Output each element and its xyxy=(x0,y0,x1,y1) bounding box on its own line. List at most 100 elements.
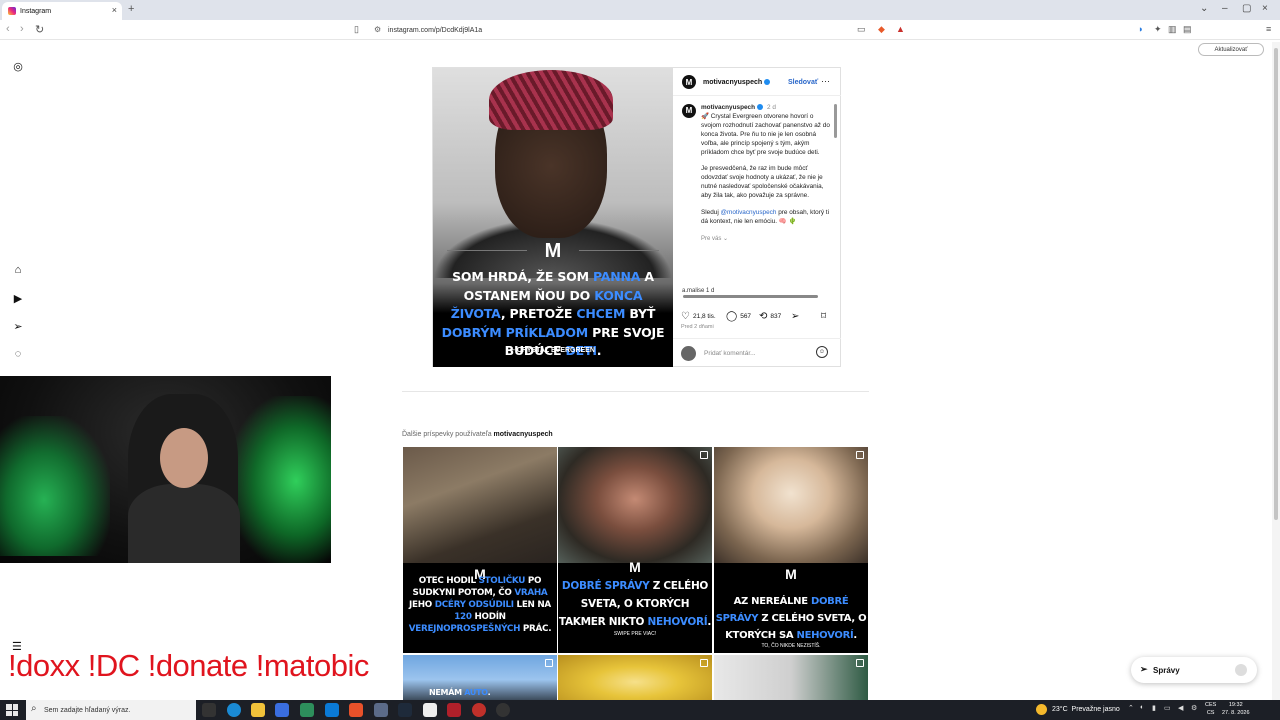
bookmark-page-icon[interactable]: ▯ xyxy=(354,24,359,35)
browser-menu-icon[interactable]: ≡ xyxy=(1266,24,1271,34)
app-icon[interactable] xyxy=(300,703,314,717)
grid-image xyxy=(403,447,557,563)
microphone-icon[interactable]: ▮ xyxy=(1152,704,1156,712)
loading-icon[interactable]: ◌ xyxy=(11,348,25,360)
brave-shield-icon[interactable]: ◆ xyxy=(878,24,885,35)
update-button[interactable]: Aktualizovať xyxy=(1198,43,1264,56)
new-tab-icon[interactable]: + xyxy=(128,3,134,15)
avatar[interactable]: M xyxy=(682,104,696,118)
grid-post[interactable] xyxy=(558,655,712,700)
messages-button[interactable]: ➢ Správy xyxy=(1131,657,1257,683)
maximize-icon[interactable]: ▢ xyxy=(1242,3,1251,14)
repost-button[interactable]: ⟲ 837 xyxy=(759,311,781,322)
reels-icon[interactable]: ▶ xyxy=(11,292,25,305)
reload-icon[interactable]: ↻ xyxy=(35,23,44,36)
caption-username[interactable]: motivacnyuspech xyxy=(701,104,755,111)
app-icon[interactable] xyxy=(423,703,437,717)
app-icon[interactable] xyxy=(496,703,510,717)
edge-icon[interactable] xyxy=(227,703,241,717)
grid-caption-highlight: VEREJNOPROSPEŠNÝCH xyxy=(408,624,521,634)
grid-caption-highlight: AUTO xyxy=(464,688,488,697)
taskbar-search[interactable]: ⌕ Sem zadajte hľadaný výraz. xyxy=(26,700,196,720)
taskbar-search-placeholder: Sem zadajte hľadaný výraz. xyxy=(44,706,131,714)
forward-icon[interactable]: › xyxy=(20,23,24,35)
windows-start-icon[interactable] xyxy=(6,704,18,716)
like-count: 21,8 tis. xyxy=(692,313,716,320)
comment-input[interactable]: Pridať komentár... xyxy=(704,350,756,357)
for-you-toggle[interactable]: Pre vás ⌄ xyxy=(701,235,832,244)
minimize-icon[interactable]: – xyxy=(1222,3,1228,14)
weather-widget[interactable]: 23°C Prevažne jasno xyxy=(1036,704,1120,715)
grid-caption-text: . xyxy=(707,616,712,628)
store-icon[interactable] xyxy=(275,703,289,717)
page-scrollbar-thumb[interactable] xyxy=(1274,48,1278,520)
tray-app-icon[interactable]: ◐ xyxy=(1140,704,1144,711)
like-button[interactable]: ♡ 21,8 tis. xyxy=(681,311,716,322)
brave-rewards-icon[interactable]: ▲ xyxy=(896,24,905,34)
browser-tab-instagram[interactable]: Instagram × xyxy=(2,2,122,20)
wallet-icon[interactable]: ▤ xyxy=(1183,24,1192,35)
grid-post[interactable]: NEMÁM AUTO. xyxy=(403,655,557,700)
comment-box: Pridať komentár... ☺ xyxy=(673,338,841,367)
app-icon[interactable] xyxy=(374,703,388,717)
task-view-icon[interactable] xyxy=(202,703,216,717)
comment-button[interactable]: ◯ 567 xyxy=(726,311,751,322)
caption-scrollbar[interactable] xyxy=(834,104,837,138)
network-icon[interactable]: ▭ xyxy=(1164,704,1171,712)
obs-icon[interactable] xyxy=(472,703,486,717)
grid-caption-highlight: 120 xyxy=(454,612,472,622)
tab-list-icon[interactable]: ⌄ xyxy=(1200,3,1208,14)
avatar xyxy=(1235,664,1247,676)
avatar[interactable]: M xyxy=(682,75,696,89)
save-button[interactable]: ⌑ xyxy=(821,311,829,322)
grid-post[interactable] xyxy=(714,655,868,700)
tray-app-icon[interactable]: ⚙ xyxy=(1191,704,1197,712)
app-icon[interactable] xyxy=(447,703,461,717)
sidebar-icon[interactable]: ▥ xyxy=(1168,24,1177,35)
post-username-text: motivacnyuspech xyxy=(703,79,763,86)
webcam-green-light xyxy=(0,416,110,556)
close-window-icon[interactable]: × xyxy=(1262,3,1268,14)
audio-icon[interactable]: ◗ xyxy=(1138,24,1143,34)
steam-icon[interactable] xyxy=(398,703,412,717)
webcam-pc-light xyxy=(230,396,331,563)
app-icon[interactable] xyxy=(325,703,339,717)
grid-caption-text: PRÁC. xyxy=(520,624,552,634)
more-posts-title: Ďalšie príspevky používateľa motivacnyus… xyxy=(402,431,553,438)
emoji-icon[interactable]: ☺ xyxy=(816,346,828,358)
carousel-icon xyxy=(700,451,708,459)
home-icon[interactable]: ⌂ xyxy=(11,264,25,276)
grid-post[interactable]: M AZ NEREÁLNE DOBRÉ SPRÁVY Z CELÉHO SVET… xyxy=(714,447,868,653)
more-icon[interactable]: ··· xyxy=(821,76,830,86)
verified-icon xyxy=(764,79,771,86)
photo-hair xyxy=(489,70,613,130)
caption-mention[interactable]: @motivacnyuspech xyxy=(721,209,777,216)
address-bar[interactable]: ⚙ instagram.com/p/DcdKdj9lA1a xyxy=(370,23,908,37)
image-divider xyxy=(447,250,527,251)
post-username[interactable]: motivacnyuspech xyxy=(703,79,771,86)
brave-icon[interactable] xyxy=(349,703,363,717)
extensions-icon[interactable]: ✦ xyxy=(1154,24,1162,35)
follow-button[interactable]: Sledovať xyxy=(788,79,818,86)
send-icon[interactable]: ➢ xyxy=(11,320,25,333)
clock[interactable]: 19:32 27. 8. 2026 xyxy=(1222,701,1250,717)
back-icon[interactable]: ‹ xyxy=(6,23,10,35)
file-explorer-icon[interactable] xyxy=(251,703,265,717)
close-tab-icon[interactable]: × xyxy=(112,5,117,15)
grid-post[interactable]: M DOBRÉ SPRÁVY Z CELÉHO SVETA, O KTORÝCH… xyxy=(558,447,712,653)
quote-highlight: PANNA xyxy=(592,269,641,284)
site-info-icon[interactable]: ⚙ xyxy=(374,25,381,34)
share-button[interactable]: ➢ xyxy=(791,311,802,322)
language-indicator[interactable]: CES CS xyxy=(1205,701,1216,717)
cast-icon[interactable]: ▭ xyxy=(857,24,866,35)
share-icon: ➢ xyxy=(791,311,800,322)
grid-caption-text: HODÍN xyxy=(471,612,506,622)
grid-post[interactable]: M OTEC HODIL STOLIČKU PO SUDKYNI POTOM, … xyxy=(403,447,557,653)
more-posts-username[interactable]: motivacnyuspech xyxy=(494,431,553,438)
instagram-icon[interactable]: ◎ xyxy=(11,60,25,73)
volume-icon[interactable]: ◀ xyxy=(1178,704,1183,712)
tray-chevron-icon[interactable]: ⌃ xyxy=(1128,704,1134,712)
post-image[interactable]: M SOM HRDÁ, ŽE SOM PANNA A OSTANEM ŇOU D… xyxy=(433,68,673,367)
bookmark-icon: ⌑ xyxy=(821,311,827,322)
caption-horizontal-scrollbar[interactable] xyxy=(683,295,818,298)
